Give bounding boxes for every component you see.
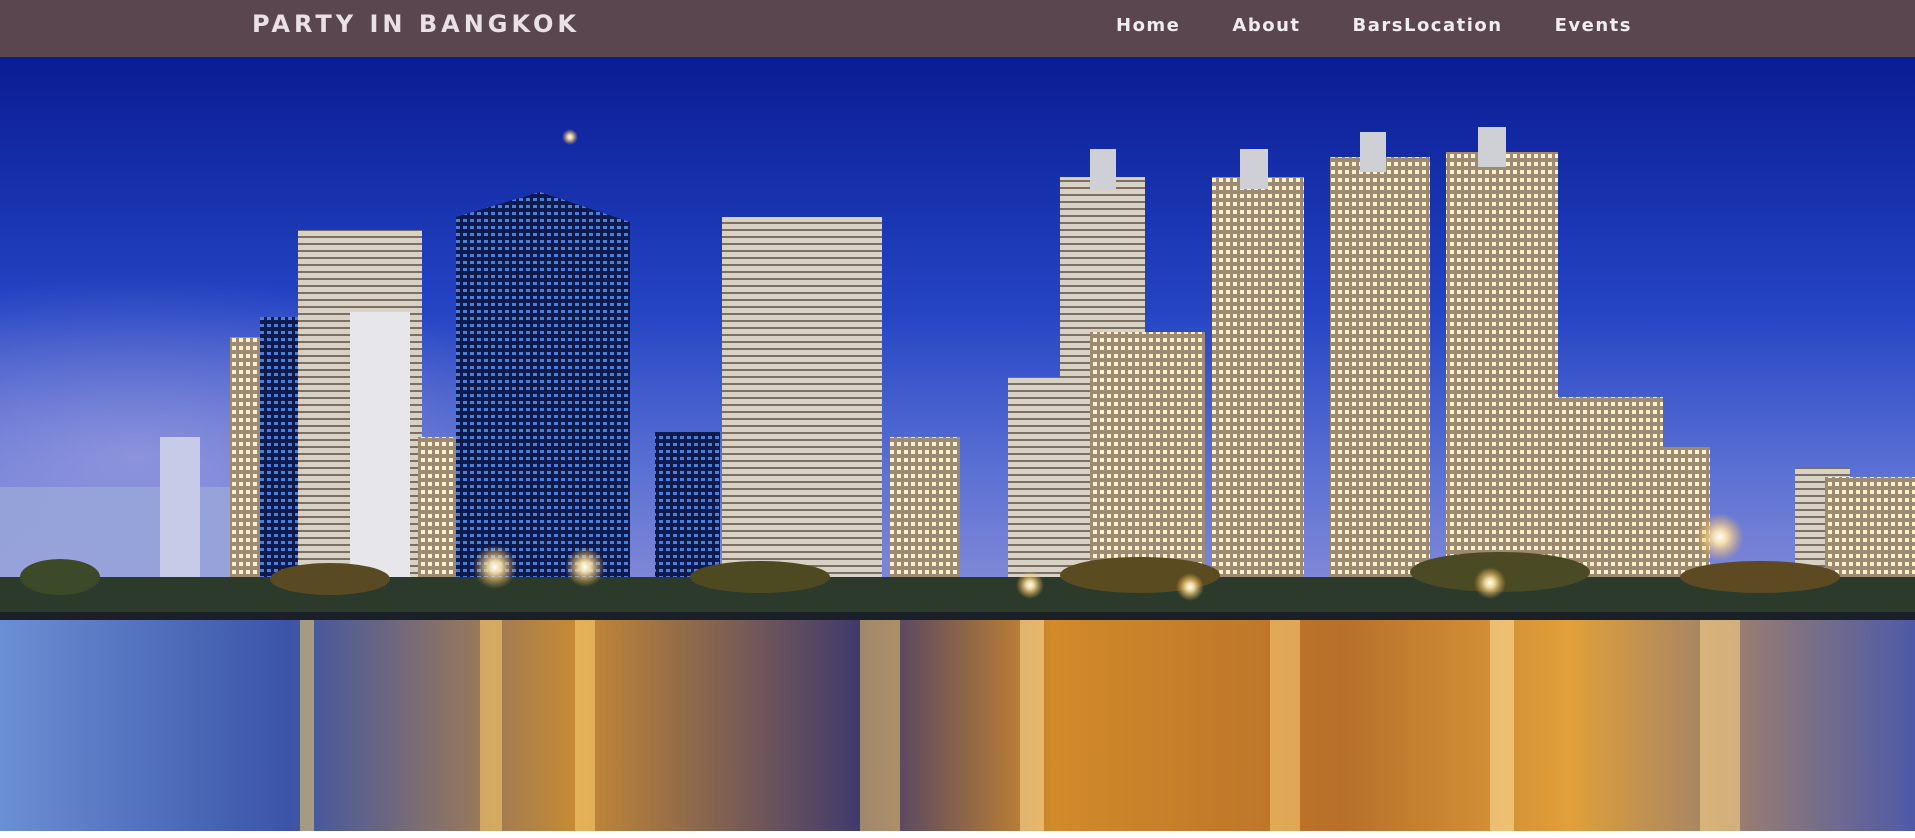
hero-banner xyxy=(0,57,1915,831)
bangkok-skyline-image xyxy=(0,57,1915,831)
river-reflection xyxy=(0,620,1915,831)
nav-item-about: About xyxy=(1206,15,1326,36)
nav-link-barslocation[interactable]: BarsLocation xyxy=(1327,15,1529,36)
nav-link-events[interactable]: Events xyxy=(1529,15,1658,36)
nav-link-about[interactable]: About xyxy=(1206,15,1326,36)
nav-link-home[interactable]: Home xyxy=(1090,15,1206,36)
nav-item-events: Events xyxy=(1529,15,1658,36)
top-navbar: PARTY IN BANGKOK Home About BarsLocation… xyxy=(0,0,1915,57)
river-bank xyxy=(0,612,1915,620)
brand-logo[interactable]: PARTY IN BANGKOK xyxy=(252,10,580,38)
nav-item-barslocation: BarsLocation xyxy=(1327,15,1529,36)
nav-item-home: Home xyxy=(1090,15,1206,36)
nav-menu: Home About BarsLocation Events xyxy=(1090,0,1658,50)
